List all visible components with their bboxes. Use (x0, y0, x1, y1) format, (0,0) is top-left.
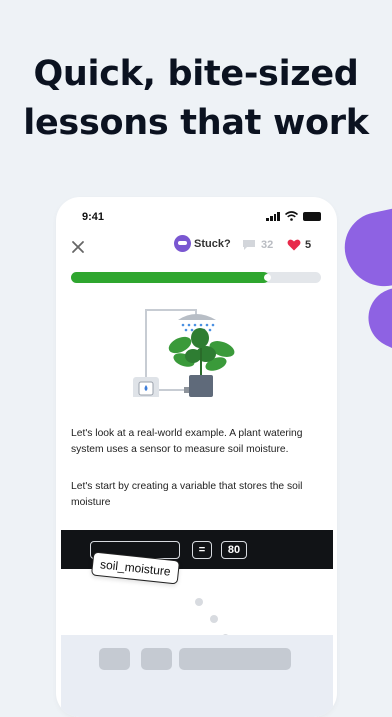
lesson-paragraph-1: Let's look at a real-world example. A pl… (71, 428, 303, 455)
status-time: 9:41 (82, 211, 105, 223)
drag-trail-dot (195, 598, 203, 606)
stuck-label: Stuck? (194, 237, 231, 250)
answer-option-placeholder[interactable] (141, 648, 172, 670)
plant-watering-illustration (133, 309, 235, 397)
drag-trail-dot (210, 615, 218, 623)
signal-icon (266, 211, 280, 221)
status-icons (266, 211, 321, 221)
mascot-avatar-icon (174, 235, 191, 252)
decorative-blob (358, 278, 392, 362)
battery-icon (303, 211, 321, 221)
phone-screen: 9:41 Stuck? 32 5 Let's look at a real-wo… (56, 197, 337, 717)
decorative-blob (338, 201, 392, 294)
hints-counter[interactable]: 32 (242, 239, 273, 251)
close-icon[interactable] (70, 239, 86, 255)
equals-token: = (192, 541, 212, 559)
lives-count: 5 (305, 239, 312, 251)
stuck-button[interactable]: Stuck? (174, 235, 231, 252)
heart-icon (287, 239, 301, 251)
hints-count: 32 (261, 239, 274, 251)
lives-counter[interactable]: 5 (287, 239, 311, 251)
value-token: 80 (221, 541, 247, 559)
answer-options-area (61, 635, 333, 717)
answer-option-placeholder[interactable] (179, 648, 291, 670)
status-bar: 9:41 (56, 197, 337, 237)
headline-line-2: lessons that work (23, 103, 369, 143)
headline-line-1: Quick, bite-sized (33, 54, 359, 94)
progress-fill (71, 272, 271, 283)
answer-option-placeholder[interactable] (99, 648, 130, 670)
chat-bubble-icon (243, 240, 255, 250)
wifi-icon (285, 211, 298, 221)
lesson-progress-bar (71, 272, 321, 283)
lesson-paragraph-2: Let's start by creating a variable that … (71, 481, 303, 508)
headline: Quick, bite-sized lessons that work (0, 50, 392, 148)
progress-knob (263, 274, 271, 281)
